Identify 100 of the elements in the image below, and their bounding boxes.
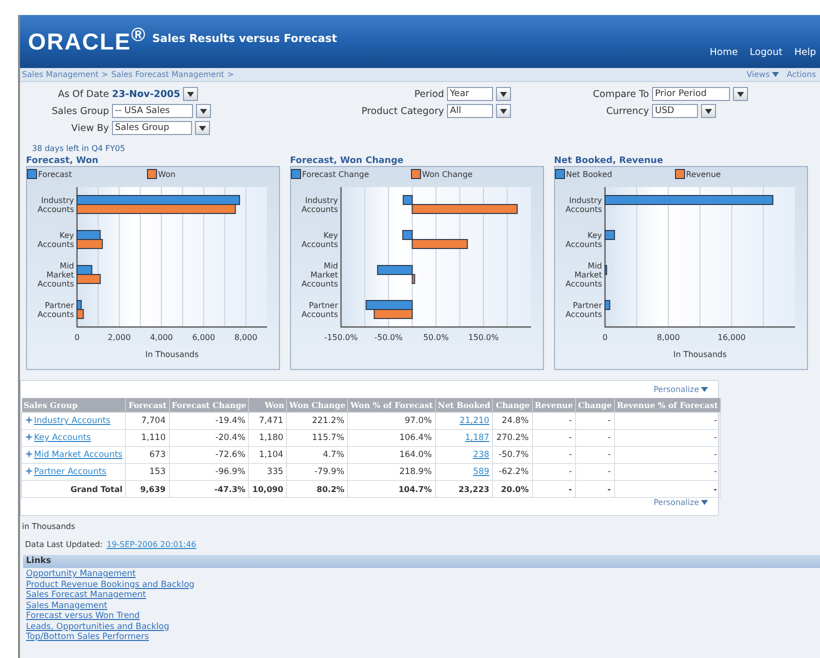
cell-text: 4.7% [322, 450, 344, 460]
tick-label: 0 [602, 333, 608, 342]
tick-label: 50.0% [423, 333, 449, 342]
breadcrumb-link[interactable]: Sales Management [22, 70, 99, 79]
nav-link[interactable]: Home [710, 47, 738, 58]
cell-text: 104.7% [398, 484, 432, 494]
cell-text: -79.9% [314, 467, 344, 477]
category-label: Mid Market Accounts [566, 262, 602, 288]
related-link[interactable]: Product Revenue Bookings and Backlog [26, 580, 194, 590]
dropdown[interactable]: -- USA Sales [112, 104, 193, 118]
bar [374, 309, 413, 319]
dropdown[interactable]: Sales Group [112, 121, 192, 135]
cell-text: - [568, 484, 572, 494]
tick-label: 2,000 [108, 333, 131, 342]
caret-icon [200, 108, 207, 114]
dropdown-button[interactable] [496, 104, 511, 118]
related-link[interactable]: Sales Management [26, 600, 108, 611]
date-picker-button[interactable] [183, 87, 198, 101]
column-header: Sales Group [22, 398, 126, 412]
drill-icon[interactable] [25, 467, 33, 475]
menu-link[interactable]: Actions [786, 70, 816, 79]
category-label: Industry Accounts [566, 196, 602, 214]
dropdown-button[interactable] [701, 104, 716, 118]
breadcrumb-separator: > [102, 70, 108, 79]
caret-icon [701, 500, 708, 506]
cell-text: - [714, 433, 717, 443]
column-header: Won Change [286, 398, 348, 412]
last-updated-link[interactable]: 19-SEP-2006 20:01:46 [106, 540, 196, 549]
category-label: Mid Market Accounts [302, 262, 338, 288]
dropdown[interactable]: All [447, 104, 493, 118]
links-header: Links [23, 555, 820, 568]
category-label: Partner Accounts [566, 301, 602, 319]
dropdown-button[interactable] [195, 121, 210, 135]
bar [76, 230, 101, 240]
date-value: 23-Nov-2005 [112, 88, 180, 100]
tick-label: 8,000 [234, 333, 258, 342]
cell-text: 20.0% [500, 484, 529, 494]
dropdown-button[interactable] [732, 87, 748, 101]
column-header: Forecast Change [169, 398, 249, 412]
nav-link[interactable]: Logout [750, 47, 782, 58]
axis-title: In Thousands [145, 350, 199, 359]
cell-text: 106.4% [399, 433, 432, 443]
table-link[interactable]: Partner Accounts [34, 467, 106, 477]
related-link[interactable]: Leads, Opportunities and Backlog [26, 622, 170, 632]
table-link[interactable]: Industry Accounts [34, 416, 110, 426]
personalize-link[interactable]: Personalize [654, 385, 708, 394]
cell-text: 24.8% [502, 416, 529, 426]
page-title: Sales Results versus Forecast [152, 32, 337, 45]
table-link[interactable]: Mid Market Accounts [34, 450, 122, 460]
related-link[interactable]: Sales Forecast Management [26, 590, 146, 600]
caret-icon [187, 92, 194, 96]
column-header: Net Booked [435, 398, 493, 412]
cell-text: 335 [267, 467, 284, 477]
tick-label: 6,000 [192, 333, 216, 342]
table-link[interactable]: 589 [473, 467, 490, 477]
table-link[interactable]: 21,210 [460, 416, 490, 426]
drill-icon[interactable] [25, 433, 33, 441]
table-link[interactable]: Key Accounts [34, 433, 91, 443]
cell-text: - [714, 450, 717, 460]
cell-text: 23,223 [458, 484, 490, 494]
dropdown-button[interactable] [496, 87, 511, 101]
parameter-label: Period [413, 88, 445, 100]
caret-icon [500, 92, 507, 96]
related-link[interactable]: Forecast versus Won Trend [26, 611, 140, 622]
cell-text: 9,639 [140, 484, 166, 494]
menu-link[interactable]: Views [746, 70, 779, 79]
drill-icon[interactable] [25, 450, 33, 458]
dropdown[interactable]: Prior Period [652, 87, 730, 101]
dropdown[interactable]: USD [652, 104, 698, 118]
dropdown-button[interactable] [196, 104, 211, 118]
legend-label: Forecast Change [302, 170, 370, 178]
bar [76, 239, 103, 249]
cell-text: - [568, 433, 572, 443]
category-label: Industry Accounts [302, 196, 338, 214]
table-link[interactable]: 1,187 [464, 433, 490, 443]
table-link[interactable]: 238 [473, 450, 490, 460]
drill-icon[interactable] [25, 416, 33, 424]
related-link[interactable]: Top/Bottom Sales Performers [26, 632, 149, 642]
cell-text: 97.0% [404, 416, 432, 426]
legend-label: Forecast [38, 170, 72, 178]
cell-text: Grand Total [70, 484, 122, 494]
cell-text: 673 [149, 450, 166, 460]
personalize-link[interactable]: Personalize [654, 498, 708, 507]
related-link[interactable]: Opportunity Management [26, 569, 136, 580]
breadcrumb-link[interactable]: Sales Forecast Management [111, 70, 224, 79]
cell-text: - [714, 484, 717, 494]
legend-label: Won Change [422, 170, 473, 178]
breadcrumb-separator: > [227, 70, 234, 79]
cell-text: 7,471 [258, 416, 284, 426]
cell-text: 80.2% [316, 484, 344, 494]
column-header: Change [575, 398, 614, 412]
nav-link[interactable]: Help [794, 47, 816, 58]
axis-title: In Thousands [673, 350, 727, 359]
dropdown[interactable]: Year [447, 87, 493, 101]
category-label: Industry Accounts [38, 196, 74, 214]
caret-icon [705, 108, 712, 114]
tick-label: -50.0% [374, 333, 403, 342]
caret-icon [772, 72, 779, 78]
caret-icon [701, 387, 708, 392]
cell-text: 221.2% [312, 416, 344, 426]
